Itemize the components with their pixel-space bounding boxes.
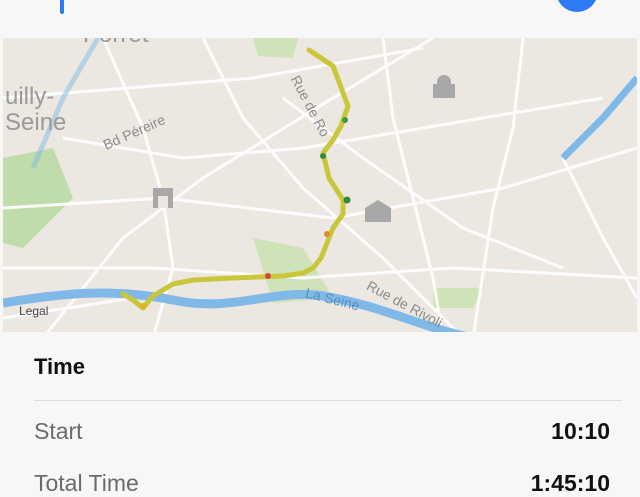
action-button[interactable] bbox=[556, 0, 598, 12]
row-label-total-time: Total Time bbox=[34, 470, 139, 496]
place-label-left-2: Seine bbox=[5, 109, 67, 136]
divider bbox=[34, 400, 622, 401]
park-area bbox=[433, 288, 483, 308]
place-label-top: Porret bbox=[83, 38, 148, 48]
route-map[interactable]: Porret uilly- Seine Bd Péreire Rue de Ro… bbox=[3, 38, 637, 332]
row-value-total-time: 1:45:10 bbox=[530, 470, 610, 496]
back-icon[interactable] bbox=[60, 0, 64, 14]
park-area bbox=[253, 38, 298, 58]
sacre-coeur-icon bbox=[433, 75, 455, 98]
legal-link[interactable]: Legal bbox=[19, 304, 48, 318]
park-area bbox=[3, 148, 73, 248]
canal bbox=[560, 75, 637, 161]
row-label-start: Start bbox=[34, 418, 83, 444]
place-label-left-1: uilly- bbox=[5, 83, 55, 110]
section-title: Time bbox=[34, 354, 85, 379]
arc-de-triomphe-icon bbox=[153, 188, 173, 208]
row-value-start: 10:10 bbox=[551, 418, 610, 444]
details-panel: Time Start 10:10 Total Time 1:45:10 bbox=[0, 332, 640, 496]
top-bar bbox=[0, 0, 640, 38]
opera-icon bbox=[365, 200, 391, 222]
